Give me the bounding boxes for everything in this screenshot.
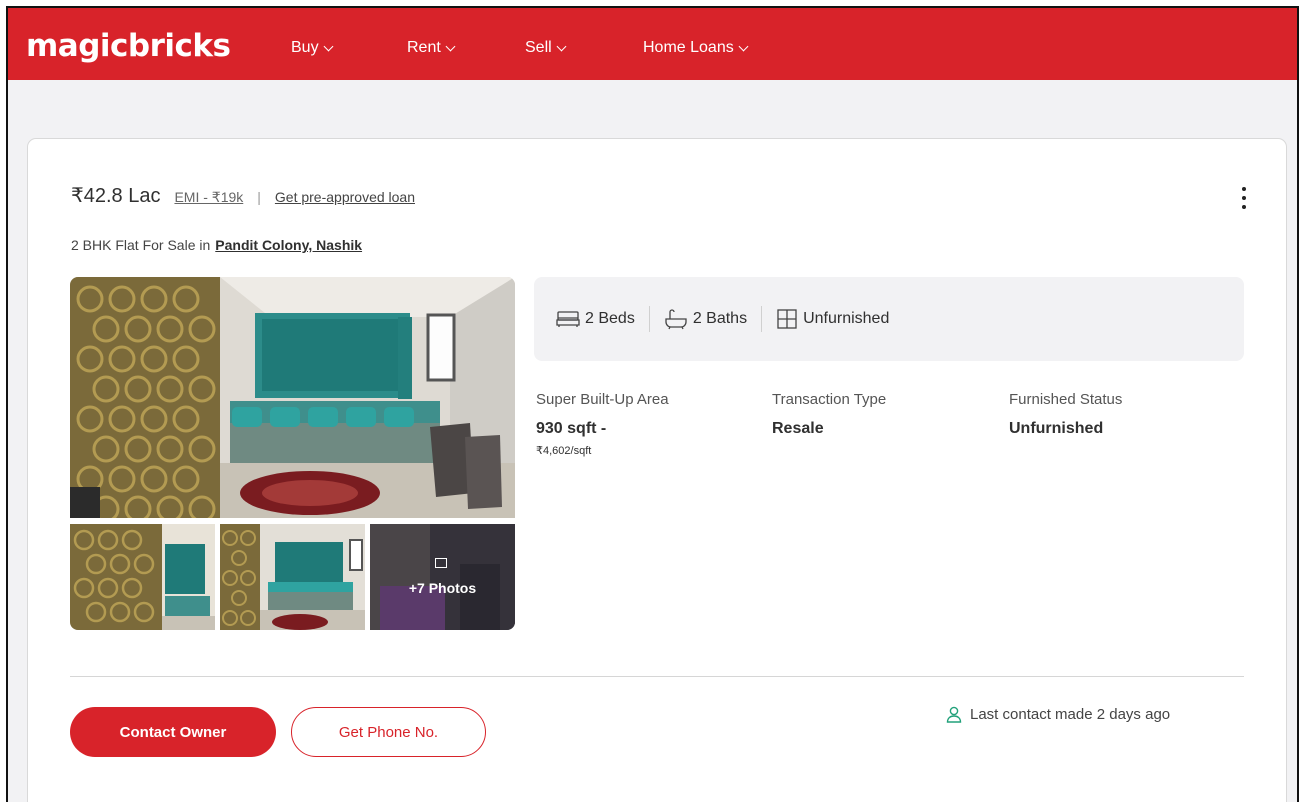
transaction-value: Resale bbox=[772, 420, 824, 437]
nav-sell-label: Sell bbox=[525, 39, 552, 56]
top-navigation-bar: magicbricks Buy Rent Sell Home Loans bbox=[8, 8, 1297, 80]
summary-area: Super Built-Up Area 930 sqft - ₹4,602/sq… bbox=[536, 391, 669, 457]
last-contact-info: Last contact made 2 days ago bbox=[946, 706, 1170, 723]
more-photos-label: +7 Photos bbox=[408, 580, 477, 596]
card-divider bbox=[70, 676, 1244, 677]
amenity-divider bbox=[761, 306, 763, 332]
contact-owner-button[interactable]: Contact Owner bbox=[70, 707, 276, 757]
pre-approved-loan-link[interactable]: Get pre-approved loan bbox=[275, 189, 415, 205]
main-property-photo[interactable] bbox=[70, 277, 515, 518]
amenity-divider bbox=[648, 306, 650, 332]
browser-frame: magicbricks Buy Rent Sell Home Loans ₹42… bbox=[6, 6, 1299, 802]
nav-sell[interactable]: Sell bbox=[525, 39, 567, 57]
area-label: Super Built-Up Area bbox=[536, 391, 669, 408]
nav-rent-label: Rent bbox=[407, 39, 441, 56]
furnishing-label: Unfurnished bbox=[803, 310, 890, 327]
listing-type-label: 2 BHK Flat For Sale in bbox=[71, 237, 211, 253]
bath-icon bbox=[665, 309, 687, 330]
price-per-sqft: ₹4,602/sqft bbox=[536, 445, 592, 457]
more-photos-thumbnail[interactable]: +7 Photos bbox=[370, 524, 515, 630]
user-icon bbox=[946, 706, 962, 723]
property-thumbnail[interactable] bbox=[220, 524, 365, 630]
locality-link[interactable]: Pandit Colony, Nashik bbox=[215, 237, 362, 253]
property-thumbnail[interactable] bbox=[70, 524, 215, 630]
baths-label: 2 Baths bbox=[692, 310, 748, 327]
last-contact-text: Last contact made 2 days ago bbox=[970, 706, 1171, 723]
nav-home-loans-label: Home Loans bbox=[643, 39, 734, 56]
magicbricks-logo[interactable]: magicbricks bbox=[26, 28, 231, 64]
nav-rent[interactable]: Rent bbox=[407, 39, 456, 57]
chevron-down-icon bbox=[323, 41, 334, 51]
price-row: ₹42.8 Lac EMI - ₹19k | Get pre-approved … bbox=[71, 183, 415, 208]
chevron-down-icon bbox=[738, 41, 749, 51]
emi-link[interactable]: EMI - ₹19k bbox=[174, 189, 243, 206]
summary-furnished: Furnished Status Unfurnished bbox=[1009, 391, 1122, 438]
amenities-bar: 2 Beds 2 Baths Unfurnished bbox=[534, 277, 1244, 361]
nav-home-loans[interactable]: Home Loans bbox=[643, 39, 749, 57]
chevron-down-icon bbox=[445, 41, 456, 51]
nav-buy-label: Buy bbox=[291, 39, 319, 56]
price-separator: | bbox=[257, 189, 261, 205]
furnished-label: Furnished Status bbox=[1009, 391, 1123, 408]
area-value: 930 sqft - bbox=[536, 420, 607, 437]
beds-label: 2 Beds bbox=[585, 310, 635, 327]
nav-buy[interactable]: Buy bbox=[291, 39, 334, 57]
furnishing-info: Unfurnished bbox=[776, 308, 889, 330]
beds-info: 2 Beds bbox=[556, 309, 635, 329]
bed-icon bbox=[556, 311, 580, 327]
property-price: ₹42.8 Lac bbox=[71, 185, 161, 207]
get-phone-button[interactable]: Get Phone No. bbox=[291, 707, 486, 757]
chevron-down-icon bbox=[556, 41, 567, 51]
baths-info: 2 Baths bbox=[664, 308, 747, 330]
furnished-value: Unfurnished bbox=[1009, 420, 1104, 437]
furnishing-icon bbox=[777, 309, 797, 329]
more-options-icon[interactable] bbox=[1240, 187, 1248, 209]
property-listing-card: ₹42.8 Lac EMI - ₹19k | Get pre-approved … bbox=[27, 138, 1287, 802]
transaction-label: Transaction Type bbox=[772, 391, 887, 408]
summary-transaction: Transaction Type Resale bbox=[772, 391, 886, 438]
image-icon bbox=[435, 558, 447, 568]
listing-title: 2 BHK Flat For Sale in Pandit Colony, Nas… bbox=[71, 237, 362, 253]
